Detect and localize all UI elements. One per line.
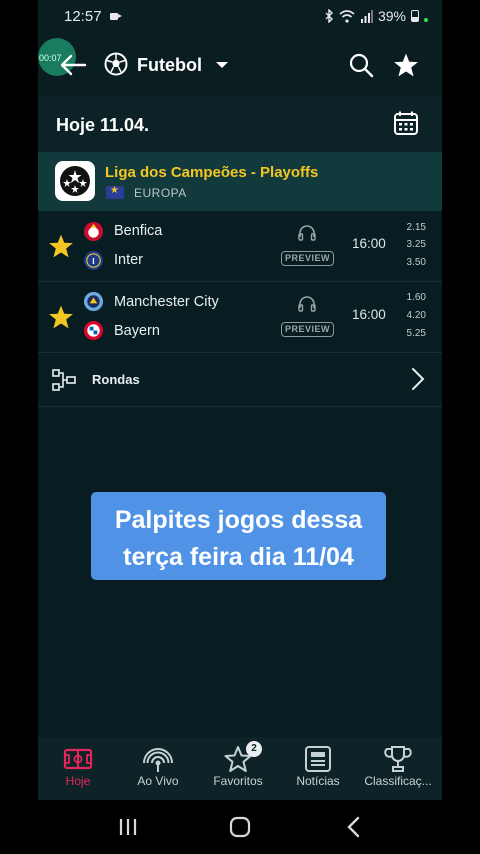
sport-selector-label[interactable]: Futebol: [137, 55, 202, 76]
europe-flag-icon: [106, 185, 124, 199]
match-time: 16:00: [352, 236, 386, 251]
odd-home[interactable]: 2.15: [407, 222, 426, 233]
trophy-icon: [384, 746, 412, 772]
benfica-logo: [83, 221, 104, 242]
tab-label: Notícias: [296, 774, 340, 788]
bayern-logo: [83, 320, 104, 341]
preview-badge[interactable]: PREVIEW: [281, 251, 334, 266]
bottom-navigation: Hoje Ao Vivo 2 Favoritos Notícias Classi…: [38, 737, 442, 800]
caption-line-2: terça feira dia 11/04: [123, 543, 354, 571]
match-row[interactable]: Manchester City Bayern PREVIEW 16:00 1.6…: [38, 282, 442, 353]
favorites-count-badge: 2: [246, 741, 262, 757]
bracket-icon: [52, 369, 76, 391]
dropdown-caret-icon[interactable]: [216, 62, 228, 68]
status-bar: 12:57 39%: [38, 0, 442, 34]
audio-commentary-icon[interactable]: [297, 223, 317, 241]
status-time: 12:57: [64, 8, 102, 25]
champions-league-logo: [55, 161, 95, 201]
date-bar: Hoje 11.04.: [38, 96, 442, 152]
battery-percent: 39%: [377, 8, 406, 24]
rounds-row[interactable]: Rondas: [38, 353, 442, 407]
wifi-icon: [339, 9, 355, 23]
tab-classificacao[interactable]: Classificaç...: [358, 737, 438, 800]
tab-label: Hoje: [65, 774, 91, 788]
odd-away[interactable]: 5.25: [407, 328, 426, 339]
home-team: Manchester City: [114, 294, 219, 310]
video-icon: [110, 13, 122, 20]
app-screen: 12:57 39% 00:07 Futebol Hoje 11.04. Liga…: [38, 0, 442, 854]
recents-icon[interactable]: [116, 816, 140, 838]
video-caption: Palpites jogos dessa terça feira dia 11/…: [91, 492, 386, 580]
status-right: 39%: [324, 8, 428, 24]
match-row[interactable]: Benfica I Inter PREVIEW 16:00 2.15 3.25 …: [38, 211, 442, 282]
app-header: [38, 34, 442, 96]
away-team: Inter: [114, 252, 144, 268]
league-header[interactable]: Liga dos Campeões - Playoffs EUROPA: [38, 152, 442, 211]
preview-badge[interactable]: PREVIEW: [281, 322, 334, 337]
tab-label: Classificaç...: [364, 774, 432, 788]
chevron-right-icon[interactable]: [410, 367, 426, 391]
caption-line-1: Palpites jogos dessa: [114, 506, 363, 534]
star-icon[interactable]: [393, 52, 419, 78]
calendar-icon[interactable]: [393, 110, 419, 136]
live-icon: [143, 748, 173, 772]
battery-icon: [411, 10, 419, 22]
manchester-city-logo: [83, 291, 104, 312]
system-navigation-bar: [38, 800, 442, 854]
tab-hoje[interactable]: Hoje: [38, 737, 118, 800]
tab-noticias[interactable]: Notícias: [278, 737, 358, 800]
rounds-label: Rondas: [92, 372, 140, 387]
favorite-star-icon[interactable]: [48, 233, 74, 259]
odd-away[interactable]: 3.50: [407, 257, 426, 268]
date-label: Hoje 11.04.: [56, 115, 150, 135]
inter-logo: I: [83, 250, 104, 271]
back-arrow-icon[interactable]: [58, 52, 88, 78]
news-icon: [305, 746, 331, 772]
favorite-star-icon[interactable]: [48, 304, 74, 330]
back-icon[interactable]: [342, 816, 366, 838]
odd-draw[interactable]: 4.20: [407, 310, 426, 321]
league-country: EUROPA: [134, 186, 187, 200]
odd-home[interactable]: 1.60: [407, 292, 426, 303]
tab-favoritos[interactable]: 2 Favoritos: [198, 737, 278, 800]
home-team: Benfica: [114, 223, 163, 239]
privacy-dot-icon: [424, 18, 428, 22]
tab-label: Favoritos: [213, 774, 263, 788]
tab-label: Ao Vivo: [137, 774, 179, 788]
odd-draw[interactable]: 3.25: [407, 239, 426, 250]
signal-icon: [360, 9, 373, 23]
pitch-icon: [63, 748, 93, 770]
match-time: 16:00: [352, 307, 386, 322]
search-icon[interactable]: [348, 52, 374, 78]
soccer-ball-icon[interactable]: [104, 52, 128, 76]
away-team: Bayern: [114, 323, 160, 339]
league-name: Liga dos Campeões - Playoffs: [105, 164, 319, 181]
audio-commentary-icon[interactable]: [297, 294, 317, 312]
home-icon[interactable]: [228, 816, 252, 838]
bluetooth-icon: [325, 9, 333, 23]
svg-text:I: I: [92, 256, 94, 266]
tab-ao-vivo[interactable]: Ao Vivo: [118, 737, 198, 800]
